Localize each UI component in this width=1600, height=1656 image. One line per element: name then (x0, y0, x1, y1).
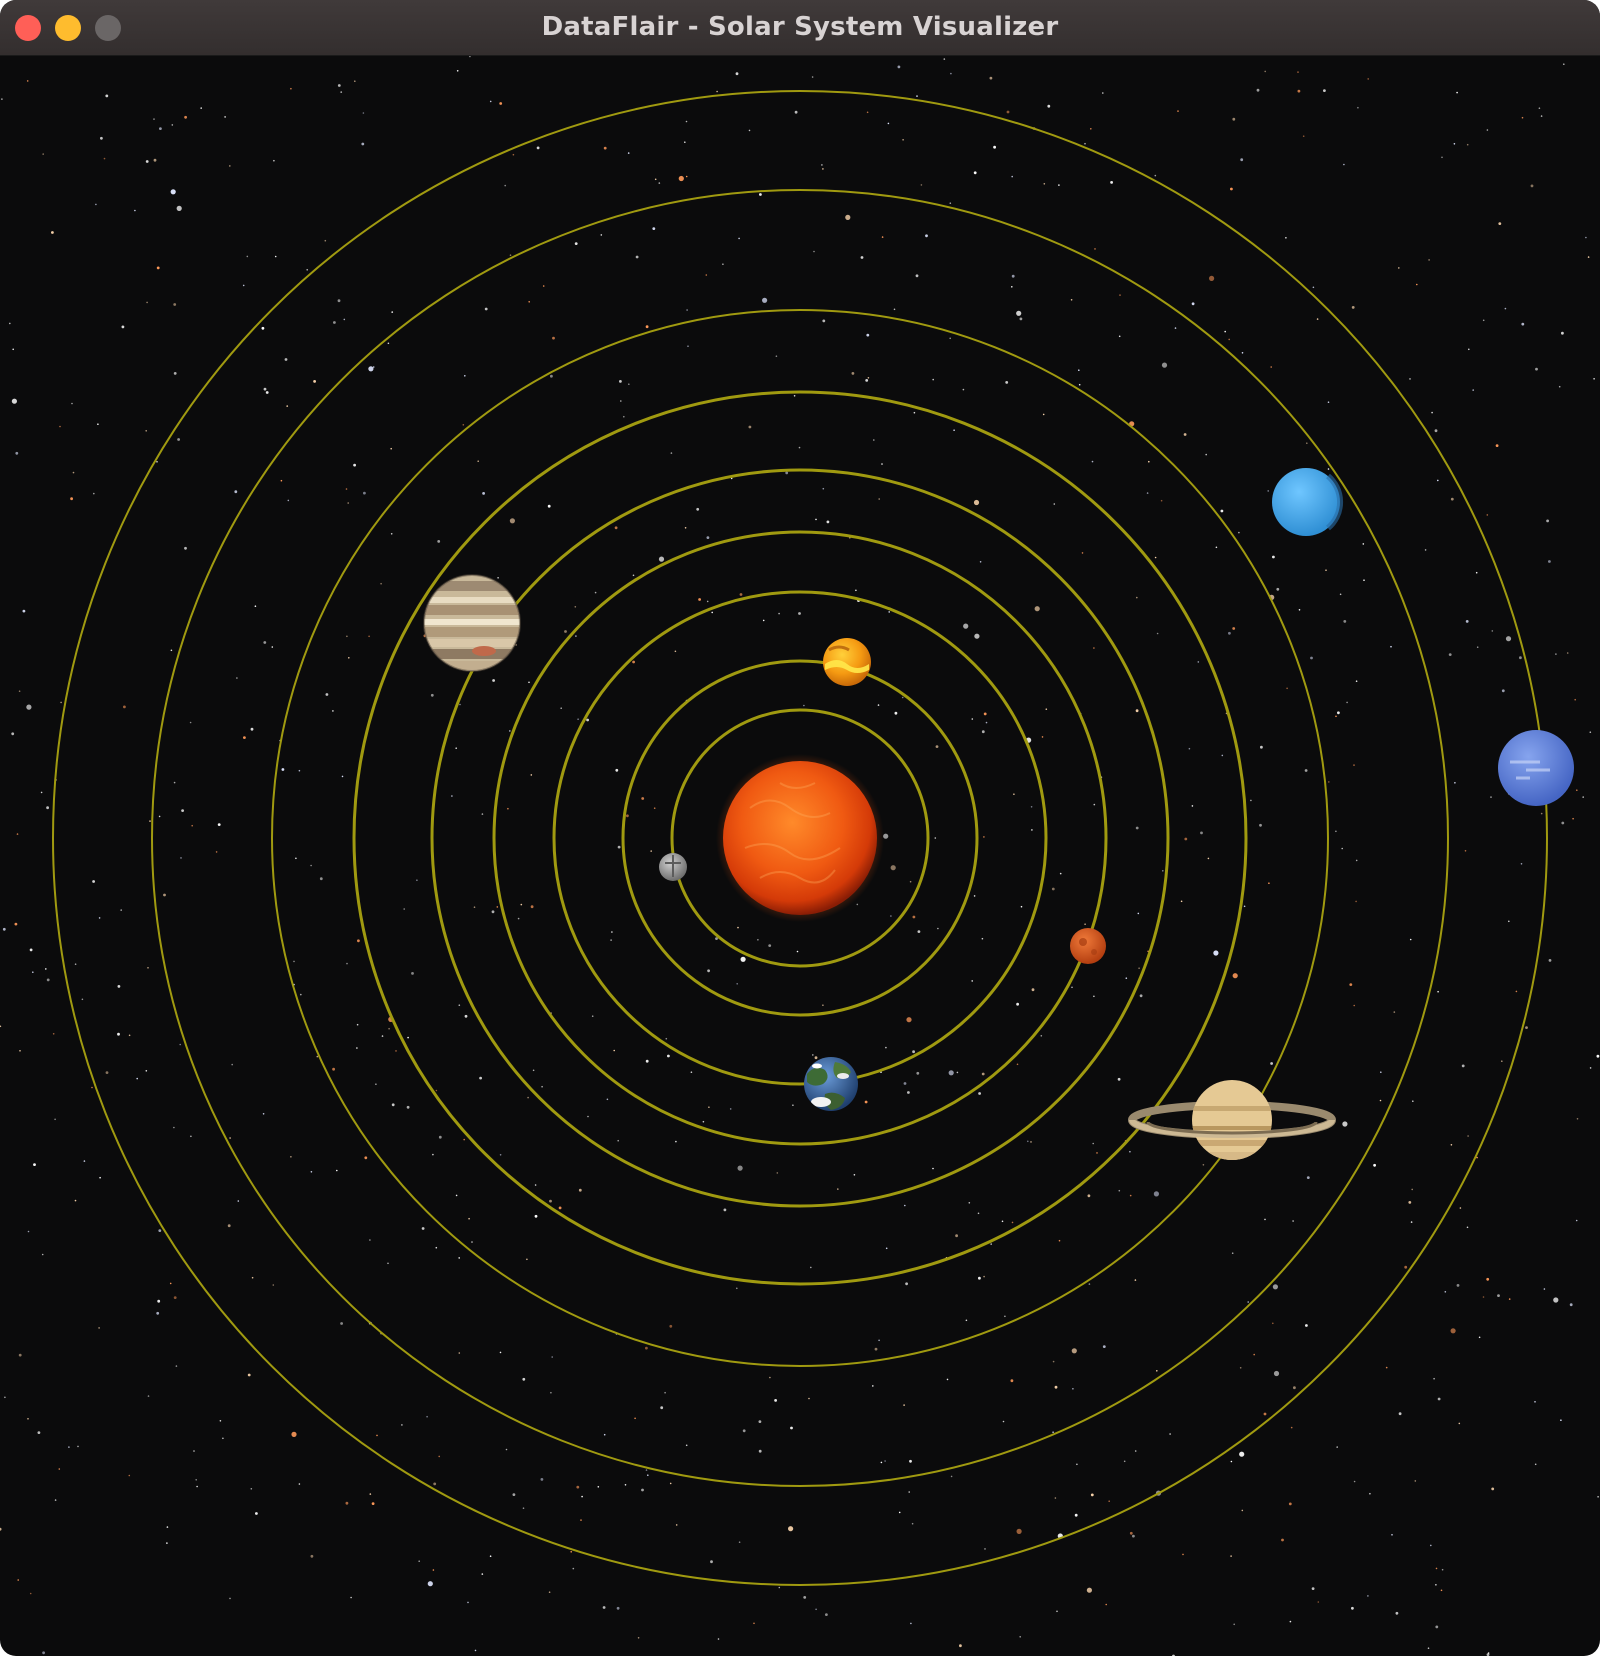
earth-icon[interactable] (804, 1057, 858, 1111)
sun-icon[interactable] (716, 754, 884, 922)
mercury-icon[interactable] (659, 853, 687, 881)
saturn-icon[interactable] (1128, 1078, 1336, 1162)
jupiter-icon[interactable] (422, 573, 522, 673)
app-window: DataFlair - Solar System Visualizer (0, 0, 1600, 1656)
solar-system-scene (0, 56, 1600, 1656)
venus-icon[interactable] (823, 638, 871, 686)
mars-icon[interactable] (1070, 928, 1106, 964)
window-title: DataFlair - Solar System Visualizer (541, 12, 1059, 42)
title-bar[interactable]: DataFlair - Solar System Visualizer (0, 0, 1600, 56)
solar-system-canvas[interactable] (0, 56, 1600, 1656)
neptune-icon[interactable] (1498, 730, 1574, 806)
uranus-icon[interactable] (1272, 468, 1344, 536)
